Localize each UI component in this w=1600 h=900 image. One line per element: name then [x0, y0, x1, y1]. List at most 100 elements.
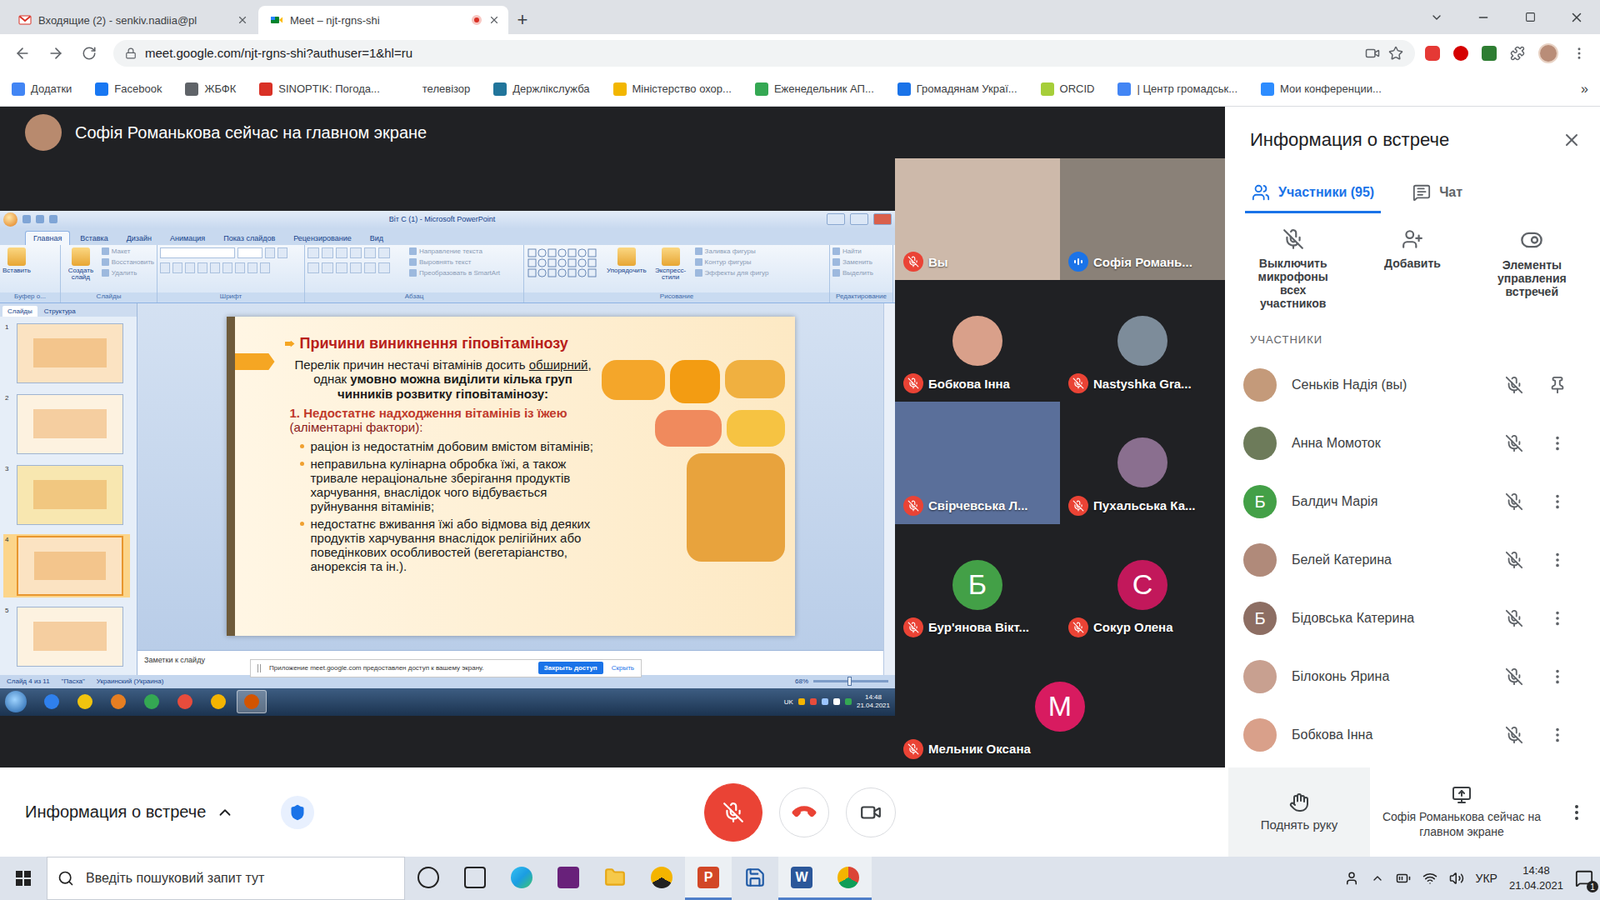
- ribbon-big-button[interactable]: Экспресс-стили: [650, 247, 692, 293]
- vertical-scrollbar[interactable]: [883, 303, 895, 675]
- more-bookmarks[interactable]: »: [1580, 81, 1589, 97]
- ribbon-control[interactable]: [364, 262, 376, 274]
- adblock-extension-icon[interactable]: [1425, 45, 1440, 61]
- ppt-maximize-button[interactable]: [850, 213, 869, 225]
- bookmark[interactable]: Громадянам Украї...: [897, 82, 1018, 96]
- inner-taskbar-app[interactable]: [136, 690, 167, 714]
- ribbon-control[interactable]: [265, 247, 275, 259]
- inner-taskbar-app[interactable]: [103, 690, 134, 714]
- more-icon[interactable]: [1548, 725, 1567, 745]
- ribbon-control[interactable]: [321, 247, 334, 259]
- ribbon-small-button[interactable]: Заливка фигуры: [695, 247, 770, 255]
- more-options-button[interactable]: [1553, 767, 1600, 857]
- close-tab-icon[interactable]: [488, 14, 500, 26]
- bookmark[interactable]: Еженедельник АП...: [755, 82, 875, 96]
- ribbon-control[interactable]: [197, 262, 208, 274]
- bookmark[interactable]: ЖБФК: [185, 82, 236, 96]
- ribbon-small-button[interactable]: Заменить: [832, 258, 874, 266]
- ribbon-control[interactable]: [335, 262, 348, 274]
- ppt-close-button[interactable]: [873, 213, 892, 225]
- omnibox[interactable]: meet.google.com/njt-rgns-shi?authuser=1&…: [113, 40, 1415, 67]
- ribbon-small-button[interactable]: Макет: [101, 247, 155, 255]
- quick-access-button[interactable]: [49, 215, 58, 224]
- ribbon-control[interactable]: [378, 247, 390, 259]
- taskbar-app[interactable]: P: [685, 856, 732, 900]
- inner-taskbar-app[interactable]: [36, 690, 67, 714]
- ribbon-control[interactable]: [364, 247, 376, 259]
- zoom-slider[interactable]: [813, 680, 889, 683]
- close-button[interactable]: [1553, 0, 1600, 35]
- ribbon-big-button[interactable]: Создать слайд: [63, 247, 99, 293]
- ribbon-control[interactable]: [277, 247, 288, 259]
- ribbon-tab[interactable]: Показ слайдов: [215, 230, 284, 245]
- side-tab[interactable]: Чат: [1405, 173, 1470, 214]
- ribbon-control[interactable]: [260, 262, 270, 274]
- ribbon-control[interactable]: [321, 262, 334, 274]
- pane-tab[interactable]: Слайды: [2, 305, 38, 317]
- extensions-icon[interactable]: [1510, 45, 1525, 61]
- ribbon-control[interactable]: [307, 262, 320, 274]
- ribbon-tab[interactable]: Рецензирование: [285, 230, 360, 245]
- camera-button[interactable]: [845, 787, 896, 838]
- panel-action[interactable]: Элементы управления встречей: [1472, 228, 1592, 310]
- ribbon-control[interactable]: [210, 262, 220, 274]
- bookmark[interactable]: | Центр громадськ...: [1117, 82, 1238, 96]
- inner-taskbar-app[interactable]: [170, 690, 200, 714]
- new-tab-button[interactable]: +: [510, 5, 535, 35]
- raise-hand-button[interactable]: Поднять руку: [1228, 767, 1370, 857]
- thumbnail-row[interactable]: 3: [3, 463, 130, 527]
- inner-taskbar-app[interactable]: [236, 690, 267, 714]
- ribbon-small-button[interactable]: Эффекты для фигур: [695, 269, 770, 277]
- side-tab[interactable]: Участники (95): [1245, 173, 1381, 214]
- ribbon-small-button[interactable]: Удалить: [101, 269, 155, 277]
- more-icon[interactable]: [1548, 667, 1567, 686]
- presenting-button[interactable]: Софія Романькова сейчас на главном экран…: [1370, 767, 1554, 857]
- taskbar-app[interactable]: [591, 856, 639, 900]
- browser-tab[interactable]: Входящие (2) - senkiv.nadiia@pl: [6, 5, 257, 35]
- ribbon-control[interactable]: [172, 262, 183, 274]
- profile-avatar[interactable]: [1538, 43, 1559, 64]
- ribbon-tab[interactable]: Анимация: [161, 230, 214, 245]
- taskbar-search[interactable]: Введіть пошуковий запит тут: [46, 856, 405, 900]
- ribbon-small-button[interactable]: Выделить: [832, 269, 874, 277]
- ribbon-small-button[interactable]: Преобразовать в SmartArt: [409, 269, 500, 277]
- show-hidden-icons-icon[interactable]: [1370, 871, 1385, 885]
- taskbar-app[interactable]: [731, 856, 779, 900]
- mic-button[interactable]: [704, 783, 763, 842]
- more-icon[interactable]: [1548, 609, 1567, 628]
- inner-taskbar-app[interactable]: [203, 690, 234, 714]
- ribbon-tab[interactable]: Дизайн: [118, 230, 160, 245]
- ribbon-control[interactable]: [160, 247, 235, 259]
- pin-icon[interactable]: [1548, 375, 1567, 395]
- hide-button[interactable]: Скрыть: [611, 664, 635, 672]
- thumbnail-row[interactable]: 2: [3, 392, 130, 456]
- chrome-menu-icon[interactable]: [1571, 45, 1587, 61]
- ribbon-big-button[interactable]: Вставить: [2, 247, 31, 293]
- ribbon-small-button[interactable]: Контур фигуры: [695, 258, 770, 266]
- ribbon-control[interactable]: [185, 262, 195, 274]
- quick-access-button[interactable]: [35, 215, 45, 224]
- panel-action[interactable]: Выключить микрофоны всех участников: [1233, 228, 1353, 310]
- inner-taskbar-app[interactable]: [70, 690, 100, 714]
- more-icon[interactable]: [1548, 492, 1567, 511]
- ribbon-control[interactable]: [350, 262, 362, 274]
- ribbon-tab[interactable]: Главная: [25, 230, 70, 245]
- zoom-knob[interactable]: [847, 676, 852, 686]
- browser-tab[interactable]: Meet – njt-rgns-shi: [258, 5, 509, 35]
- start-button[interactable]: [5, 690, 27, 713]
- stop-sharing-button[interactable]: Закрыть доступ: [538, 661, 604, 675]
- bookmark[interactable]: Мои конференции...: [1260, 82, 1382, 96]
- taskbar-app[interactable]: [638, 856, 685, 900]
- bookmark[interactable]: Держлікслужба: [493, 82, 590, 96]
- minimize-button[interactable]: [1460, 0, 1507, 35]
- ribbon-control[interactable]: [335, 247, 348, 259]
- quick-access-button[interactable]: [22, 215, 31, 224]
- bookmark[interactable]: SINOPTIK: Погода...: [259, 82, 380, 96]
- ribbon-control[interactable]: [237, 247, 263, 259]
- taskbar-app[interactable]: [498, 856, 545, 900]
- ribbon-control[interactable]: [222, 262, 233, 274]
- bookmark[interactable]: Міністерство охор...: [613, 82, 732, 96]
- restore-button[interactable]: [1506, 0, 1554, 35]
- ribbon-small-button[interactable]: Восстановить: [101, 258, 155, 266]
- ribbon-control[interactable]: [247, 262, 258, 274]
